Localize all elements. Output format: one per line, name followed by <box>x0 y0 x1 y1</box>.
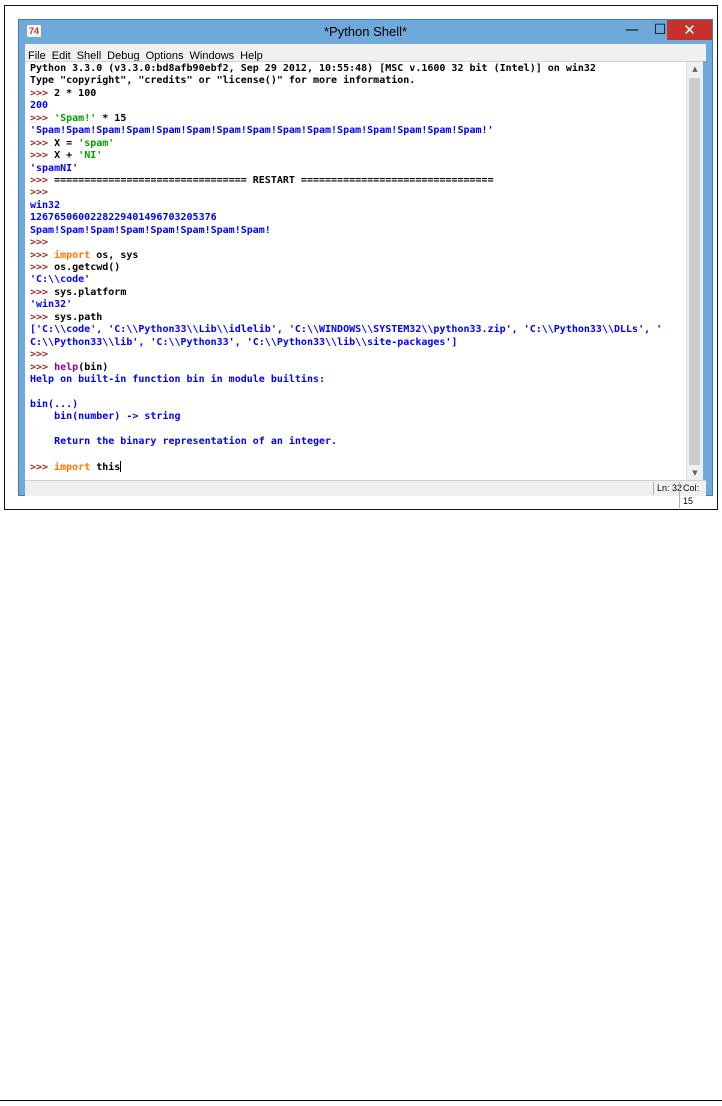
shell-prompt: >>> <box>30 150 55 162</box>
minimize-button[interactable]: — <box>617 20 647 40</box>
shell-prompt: >>> <box>30 187 55 199</box>
shell-input-token: (bin) <box>78 361 109 373</box>
shell-input-token: 'Spam!' <box>54 112 97 124</box>
shell-prompt: >>> <box>30 112 55 124</box>
status-column-number: Col: 15 <box>679 482 706 508</box>
shell-input-token: os.getcwd() <box>54 262 121 273</box>
shell-line: 'win32' <box>30 299 683 311</box>
shell-prompt: >>> <box>30 286 55 298</box>
shell-prompt: >>> <box>30 249 55 261</box>
shell-input-token: Python 3.3.0 (v3.3.0:bd8afb90ebf2, Sep 2… <box>30 63 596 74</box>
shell-input-token: ================================ RESTART… <box>54 174 494 186</box>
shell-text-area[interactable]: Python 3.3.0 (v3.3.0:bd8afb90ebf2, Sep 2… <box>25 61 703 481</box>
shell-line: bin(number) -> string <box>30 411 683 423</box>
figure-frame: 74 *Python Shell* — ☐ ✕ File Edit Shell Deb… <box>4 5 718 510</box>
shell-line: win32 <box>30 200 683 212</box>
shell-line: >>> ================================ RES… <box>30 175 683 187</box>
shell-transcript: Python 3.3.0 (v3.3.0:bd8afb90ebf2, Sep 2… <box>30 63 683 473</box>
shell-input-token: import <box>54 462 91 473</box>
shell-line: >>> <box>30 187 683 199</box>
shell-line: Help on built-in function bin in module … <box>30 374 683 386</box>
scroll-up-arrow-icon[interactable]: ▲ <box>687 62 703 77</box>
window-title: *Python Shell* <box>323 24 408 39</box>
title-bar[interactable]: 74 *Python Shell* — ☐ ✕ <box>19 20 712 44</box>
shell-output: 'Spam!Spam!Spam!Spam!Spam!Spam!Spam!Spam… <box>30 125 494 137</box>
shell-line: bin(...) <box>30 399 683 411</box>
shell-prompt: >>> <box>30 262 55 273</box>
shell-line <box>30 449 683 461</box>
shell-output: ['C:\\code', 'C:\\Python33\\Lib\\idlelib… <box>30 324 663 336</box>
shell-prompt: >>> <box>30 174 55 186</box>
shell-prompt: >>> <box>30 311 55 323</box>
shell-line: Python 3.3.0 (v3.3.0:bd8afb90ebf2, Sep 2… <box>30 63 683 75</box>
shell-line: >>> os.getcwd() <box>30 262 683 274</box>
shell-output: bin(...) <box>30 398 79 410</box>
shell-line: >>> sys.path <box>30 312 683 324</box>
shell-line: ['C:\\code', 'C:\\Python33\\Lib\\idlelib… <box>30 324 683 336</box>
status-line-number: Ln: 32 <box>653 482 682 495</box>
shell-prompt: >>> <box>30 349 55 361</box>
close-button[interactable]: ✕ <box>667 20 712 40</box>
shell-line: 'spamNI' <box>30 163 683 175</box>
shell-line: >>> import this <box>30 461 683 473</box>
shell-line: 'Spam!Spam!Spam!Spam!Spam!Spam!Spam!Spam… <box>30 125 683 137</box>
shell-line: 200 <box>30 100 683 112</box>
shell-input-token: X = <box>54 137 79 149</box>
shell-output: C:\\Python33\\lib', 'C:\\Python33', 'C:\… <box>30 336 458 348</box>
shell-line: >>> 2 * 100 <box>30 88 683 100</box>
shell-input-token: sys.platform <box>54 286 127 298</box>
shell-input-token: help <box>54 361 79 373</box>
shell-line: >>> 'Spam!' * 15 <box>30 113 683 125</box>
shell-input-token: Type "copyright", "credits" or "license(… <box>30 75 416 87</box>
shell-line: >>> <box>30 237 683 249</box>
status-bar: Ln: 32 Col: 15 <box>25 480 706 508</box>
shell-input-token: 'spam' <box>78 137 115 149</box>
shell-line <box>30 386 683 398</box>
python-shell-window: 74 *Python Shell* — ☐ ✕ File Edit Shell Deb… <box>18 19 713 508</box>
text-cursor <box>120 461 122 472</box>
shell-output: 1267650600228229401496703205376 <box>30 212 217 224</box>
shell-line: C:\\Python33\\lib', 'C:\\Python33', 'C:\… <box>30 337 683 349</box>
shell-prompt: >>> <box>30 137 55 149</box>
shell-line: >>> import os, sys <box>30 250 683 262</box>
shell-output: 'spamNI' <box>30 162 79 174</box>
shell-line: Return the binary representation of an i… <box>30 436 683 448</box>
shell-input-token: this <box>90 462 121 473</box>
menu-bar: File Edit Shell Debug Options Windows Help <box>25 44 706 62</box>
shell-line: >>> sys.platform <box>30 287 683 299</box>
shell-input-token: 'NI' <box>78 150 103 162</box>
shell-prompt: >>> <box>30 87 55 99</box>
shell-output: Help on built-in function bin in module … <box>30 373 326 385</box>
shell-prompt: >>> <box>30 462 55 473</box>
shell-output: 'C:\\code' <box>30 274 91 286</box>
shell-input-token: sys.path <box>54 311 103 323</box>
shell-line: >>> X = 'spam' <box>30 138 683 150</box>
shell-input-token: os, sys <box>90 249 139 261</box>
shell-input-token: * 15 <box>96 112 127 124</box>
shell-line: >>> <box>30 349 683 361</box>
page-footer-rule <box>0 1100 722 1101</box>
scroll-down-arrow-icon[interactable]: ▼ <box>687 466 703 481</box>
shell-output: Spam!Spam!Spam!Spam!Spam!Spam!Spam!Spam! <box>30 224 271 236</box>
shell-input-token: import <box>54 249 91 261</box>
shell-line: Spam!Spam!Spam!Spam!Spam!Spam!Spam!Spam! <box>30 225 683 237</box>
shell-output: win32 <box>30 199 61 211</box>
shell-output: 'win32' <box>30 299 73 311</box>
shell-prompt: >>> <box>30 361 55 373</box>
shell-output: 200 <box>30 100 49 112</box>
shell-line <box>30 424 683 436</box>
shell-line: 1267650600228229401496703205376 <box>30 212 683 224</box>
shell-output: bin(number) -> string <box>30 411 181 423</box>
shell-line: 'C:\\code' <box>30 274 683 286</box>
shell-output: Return the binary representation of an i… <box>30 436 338 448</box>
shell-line: >>> X + 'NI' <box>30 150 683 162</box>
shell-prompt: >>> <box>30 237 55 249</box>
scrollbar-thumb[interactable] <box>689 78 700 465</box>
shell-line: >>> help(bin) <box>30 362 683 374</box>
shell-input-token: X + <box>54 150 79 162</box>
shell-input-token: 2 * 100 <box>54 87 97 99</box>
shell-line: Type "copyright", "credits" or "license(… <box>30 75 683 87</box>
vertical-scrollbar[interactable]: ▲ ▼ <box>686 62 703 481</box>
